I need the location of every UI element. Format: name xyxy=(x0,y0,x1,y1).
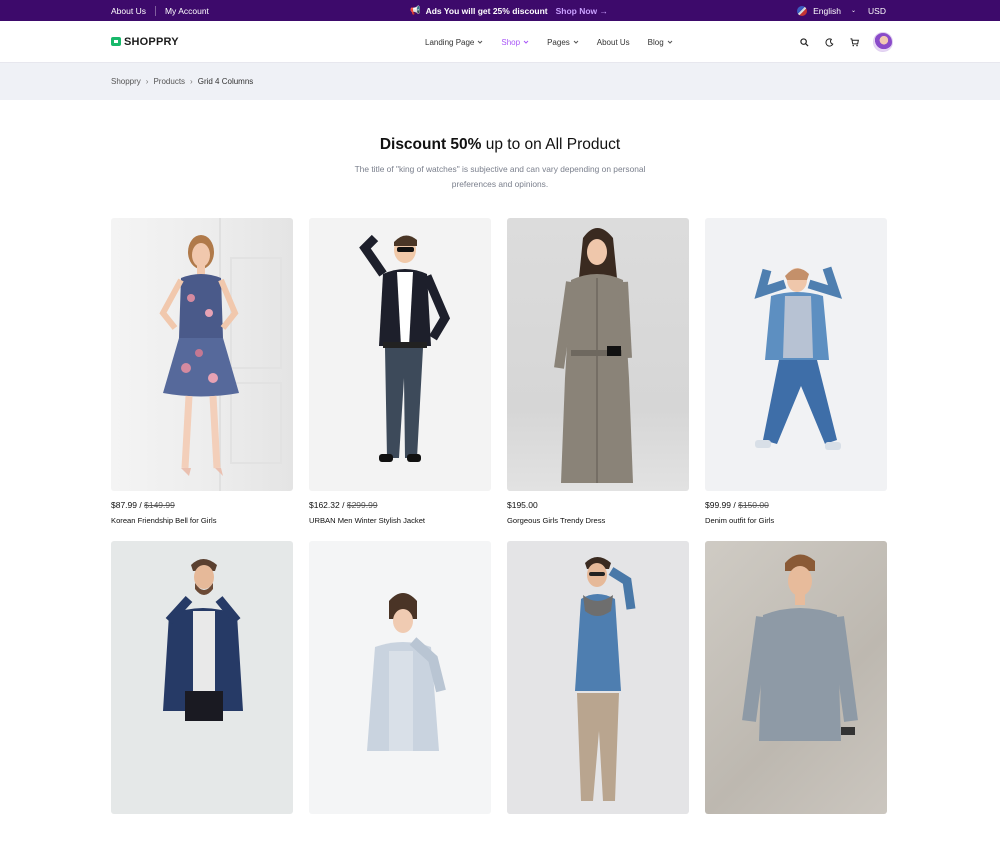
product-image[interactable] xyxy=(507,541,689,814)
nav-shop[interactable]: Shop xyxy=(501,38,529,47)
product-image[interactable] xyxy=(111,541,293,814)
chevron-right-icon: › xyxy=(145,77,149,86)
page-title: Discount 50% up to on All Product xyxy=(0,136,1000,154)
product-image[interactable] xyxy=(705,541,887,814)
old-price: $150.00 xyxy=(738,500,769,510)
moon-icon[interactable] xyxy=(823,36,835,48)
my-account-link[interactable]: My Account xyxy=(165,6,209,16)
product-name[interactable]: Korean Friendship Bell for Girls xyxy=(111,516,293,525)
product-name[interactable]: Gorgeous Girls Trendy Dress xyxy=(507,516,689,525)
chevron-down-icon xyxy=(573,40,579,44)
product-price: $162.32 / $299.99 xyxy=(309,500,378,510)
megaphone-icon: 📢 xyxy=(410,5,421,15)
about-us-link[interactable]: About Us xyxy=(111,6,146,16)
product-card[interactable]: $99.99 / $150.00 Denim outfit for Girls xyxy=(705,218,887,541)
product-card[interactable] xyxy=(111,541,293,864)
chevron-down-icon xyxy=(478,40,483,44)
product-image[interactable] xyxy=(705,218,887,491)
product-image[interactable] xyxy=(309,218,491,491)
product-card[interactable] xyxy=(507,541,689,864)
chevron-down-icon xyxy=(667,40,673,44)
current-price: $162.32 xyxy=(309,500,340,510)
nav-label: About Us xyxy=(596,37,630,47)
main-nav: Landing Page Shop Pages About Us Blog xyxy=(425,21,673,63)
product-card[interactable] xyxy=(309,541,491,864)
product-card[interactable]: $87.99 / $149.99 Korean Friendship Bell … xyxy=(111,218,293,541)
product-price: $195.00 xyxy=(507,500,689,510)
product-name[interactable]: URBAN Men Winter Stylish Jacket xyxy=(309,516,491,525)
nav-label: Pages xyxy=(547,37,570,47)
top-bar: About Us My Account 📢 Ads You will get 2… xyxy=(0,0,1000,21)
main-header: SHOPPRY Landing Page Shop Pages About Us… xyxy=(0,21,1000,63)
section-subtitle: The title of "king of watches" is subjec… xyxy=(354,164,646,189)
chevron-right-icon: › xyxy=(190,77,193,86)
product-image[interactable] xyxy=(111,218,293,491)
breadcrumb-home[interactable]: Shoppry xyxy=(111,77,141,86)
product-name[interactable]: Denim outfit for Girls xyxy=(705,516,887,525)
title-rest: up to on All Product xyxy=(481,136,621,153)
nav-about-us[interactable]: About Us xyxy=(597,38,630,47)
chevron-down-icon[interactable]: ⌄ xyxy=(851,7,856,14)
shop-now-link[interactable]: Shop Now → xyxy=(556,6,608,16)
avatar[interactable] xyxy=(873,32,893,52)
nav-label: Blog xyxy=(647,37,664,47)
promo-banner: 📢 Ads You will get 25% discount Shop Now… xyxy=(410,0,608,21)
product-price: $87.99 / $149.99 xyxy=(111,500,175,510)
promo-text: Ads You will get 25% discount xyxy=(425,5,548,16)
section-heading: Discount 50% up to on All Product The ti… xyxy=(0,100,1000,192)
product-card[interactable]: $162.32 / $299.99 URBAN Men Winter Styli… xyxy=(309,218,491,541)
logo[interactable]: SHOPPRY xyxy=(111,36,179,48)
current-price: $195.00 xyxy=(507,500,538,510)
breadcrumb: Shoppry › Products › Grid 4 Columns xyxy=(0,63,1000,100)
breadcrumb-products[interactable]: Products xyxy=(153,77,185,86)
cart-icon[interactable] xyxy=(848,36,860,48)
currency-select[interactable]: USD xyxy=(868,6,886,16)
product-grid: $87.99 / $149.99 Korean Friendship Bell … xyxy=(111,218,888,864)
nav-landing-page[interactable]: Landing Page xyxy=(425,38,483,47)
title-bold: Discount 50% xyxy=(379,136,482,153)
current-price: $87.99 xyxy=(111,500,137,510)
product-image[interactable] xyxy=(507,218,689,491)
divider xyxy=(154,5,156,16)
breadcrumb-current: Grid 4 Columns xyxy=(197,77,254,86)
nav-label: Landing Page xyxy=(425,37,475,47)
language-select[interactable]: English xyxy=(813,6,841,16)
product-card[interactable] xyxy=(705,541,887,864)
chevron-down-icon xyxy=(523,40,529,44)
old-price: $299.99 xyxy=(346,500,378,510)
product-image[interactable] xyxy=(309,541,491,814)
nav-blog[interactable]: Blog xyxy=(648,38,673,47)
us-flag-icon xyxy=(797,5,808,16)
current-price: $99.99 xyxy=(705,500,731,510)
search-icon[interactable] xyxy=(798,36,810,48)
logo-text: SHOPPRY xyxy=(124,35,179,48)
logo-icon xyxy=(111,37,121,46)
product-price: $99.99 / $150.00 xyxy=(705,500,769,510)
old-price: $149.99 xyxy=(144,500,175,510)
product-card[interactable]: $195.00 Gorgeous Girls Trendy Dress xyxy=(507,218,689,541)
nav-label: Shop xyxy=(501,37,521,47)
nav-pages[interactable]: Pages xyxy=(547,38,579,47)
